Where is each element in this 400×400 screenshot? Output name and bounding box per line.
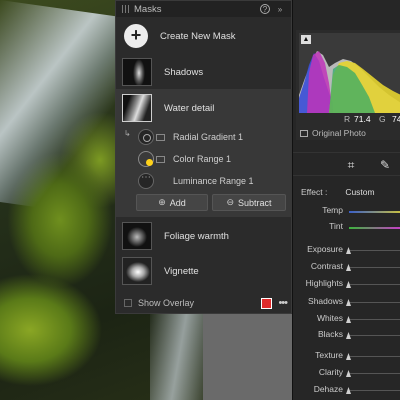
r-value: 71.4 [354,114,371,124]
gray-canvas-area [203,314,292,400]
subtract-button[interactable]: ⊖ Subtract [212,194,286,211]
mask-item-vignette[interactable]: Vignette [116,255,293,287]
add-button-label: Add [169,197,186,208]
slider-label: Whites [317,313,343,323]
original-photo-label: Original Photo [312,128,366,138]
slider-temp[interactable]: Temp [293,205,400,217]
mask-name-foliage-warmth: Foliage warmth [164,230,229,242]
healing-icon[interactable]: ✎ [377,157,393,173]
slider-highlights[interactable]: Highlights [293,278,400,290]
slider-label: Blacks [317,329,343,339]
help-icon[interactable]: ? [260,4,270,14]
vignette-mask-thumbnail [122,257,152,285]
slider-clarity[interactable]: Clarity [293,367,400,379]
histogram: ▲ [299,33,400,113]
slider-label: Clarity [318,367,343,377]
shadows-mask-thumbnail [122,58,152,86]
create-new-mask-button[interactable]: + Create New Mask [116,22,293,50]
slider-exposure[interactable]: Exposure [293,244,400,256]
slider-tint[interactable]: Tint [293,221,400,233]
component-name-radial-gradient: Radial Gradient 1 [173,132,244,142]
slider-label: Exposure [307,244,343,254]
show-overlay-row: Show Overlay ••• [116,293,293,313]
r-label: R [344,114,351,124]
create-new-mask-label: Create New Mask [160,30,236,42]
luminance-range-icon [138,172,154,189]
plus-icon: + [124,24,148,48]
edit-panel: Effect : Custom Temp Tint Exposure Contr… [293,182,400,400]
slider-label: Highlights [305,278,343,288]
show-overlay-label: Show Overlay [138,298,195,308]
add-component-icon: ⊕ [158,197,166,207]
masks-panel-header[interactable]: Masks ? » [116,1,291,17]
mask-name-shadows: Shadows [164,66,204,78]
component-name-color-range: Color Range 1 [173,154,232,164]
mask-preview-icon [156,155,165,163]
mask-item-shadows[interactable]: Shadows [116,56,293,88]
histogram-graph [299,51,400,113]
show-overlay-checkbox[interactable] [124,299,132,307]
slider-label: Contrast [310,261,343,271]
slider-label: Shadows [308,296,343,306]
mask-preview-icon [156,133,165,141]
masks-panel: Masks ? » + Create New Mask Shadows Wate… [115,0,293,314]
slider-dehaze[interactable]: Dehaze [293,384,400,396]
original-photo-icon [300,129,308,137]
foliage-mask-thumbnail [122,222,152,250]
color-range-icon [138,151,154,167]
slider-whites[interactable]: Whites [293,313,400,325]
component-color-range[interactable]: Color Range 1 [116,150,293,168]
slider-shadows[interactable]: Shadows [293,296,400,308]
subtract-component-icon: ⊖ [226,197,234,207]
mask-name-vignette: Vignette [164,265,199,277]
effect-label: Effect : [301,187,328,197]
slider-texture[interactable]: Texture [293,350,400,362]
mask-item-water-detail[interactable]: Water detail [116,92,293,124]
subtract-button-label: Subtract [238,197,272,208]
slider-label: Tint [329,221,343,231]
g-label: G [379,114,386,124]
slider-label: Temp [322,205,343,215]
component-luminance-range[interactable]: Luminance Range 1 [116,172,293,190]
right-panel: ▲ R 71.4 G 74 Original Photo ⌗ ✎ Effect … [292,0,400,400]
overlay-color-swatch[interactable] [261,297,273,309]
slider-blacks[interactable]: Blacks [293,329,400,341]
effect-value: Custom [345,187,375,197]
edit-toolbar: ⌗ ✎ [293,152,400,176]
effect-row[interactable]: Effect : Custom [301,187,375,197]
add-button[interactable]: ⊕ Add [136,194,208,211]
slider-label: Texture [315,350,343,360]
radial-gradient-icon [138,129,154,145]
mask-item-foliage-warmth[interactable]: Foliage warmth [116,220,293,252]
more-options-icon[interactable]: ••• [278,297,288,309]
original-photo-toggle[interactable]: Original Photo [300,128,366,138]
collapse-icon[interactable]: » [275,4,285,14]
mask-name-water-detail: Water detail [164,102,215,114]
shadow-clipping-indicator-icon[interactable]: ▲ [301,35,311,44]
slider-contrast[interactable]: Contrast [293,261,400,273]
component-name-luminance-range: Luminance Range 1 [173,176,254,186]
drag-grip-icon[interactable] [122,5,130,13]
water-detail-mask-thumbnail [122,94,152,122]
masks-panel-title: Masks [134,3,162,15]
crop-icon[interactable]: ⌗ [343,157,359,173]
histogram-panel: ▲ R 71.4 G 74 Original Photo [296,30,400,140]
rgb-readout: R 71.4 G 74 [296,114,400,126]
g-value: 74 [392,114,400,124]
slider-label: Dehaze [313,384,343,394]
component-radial-gradient[interactable]: Radial Gradient 1 [116,128,293,146]
